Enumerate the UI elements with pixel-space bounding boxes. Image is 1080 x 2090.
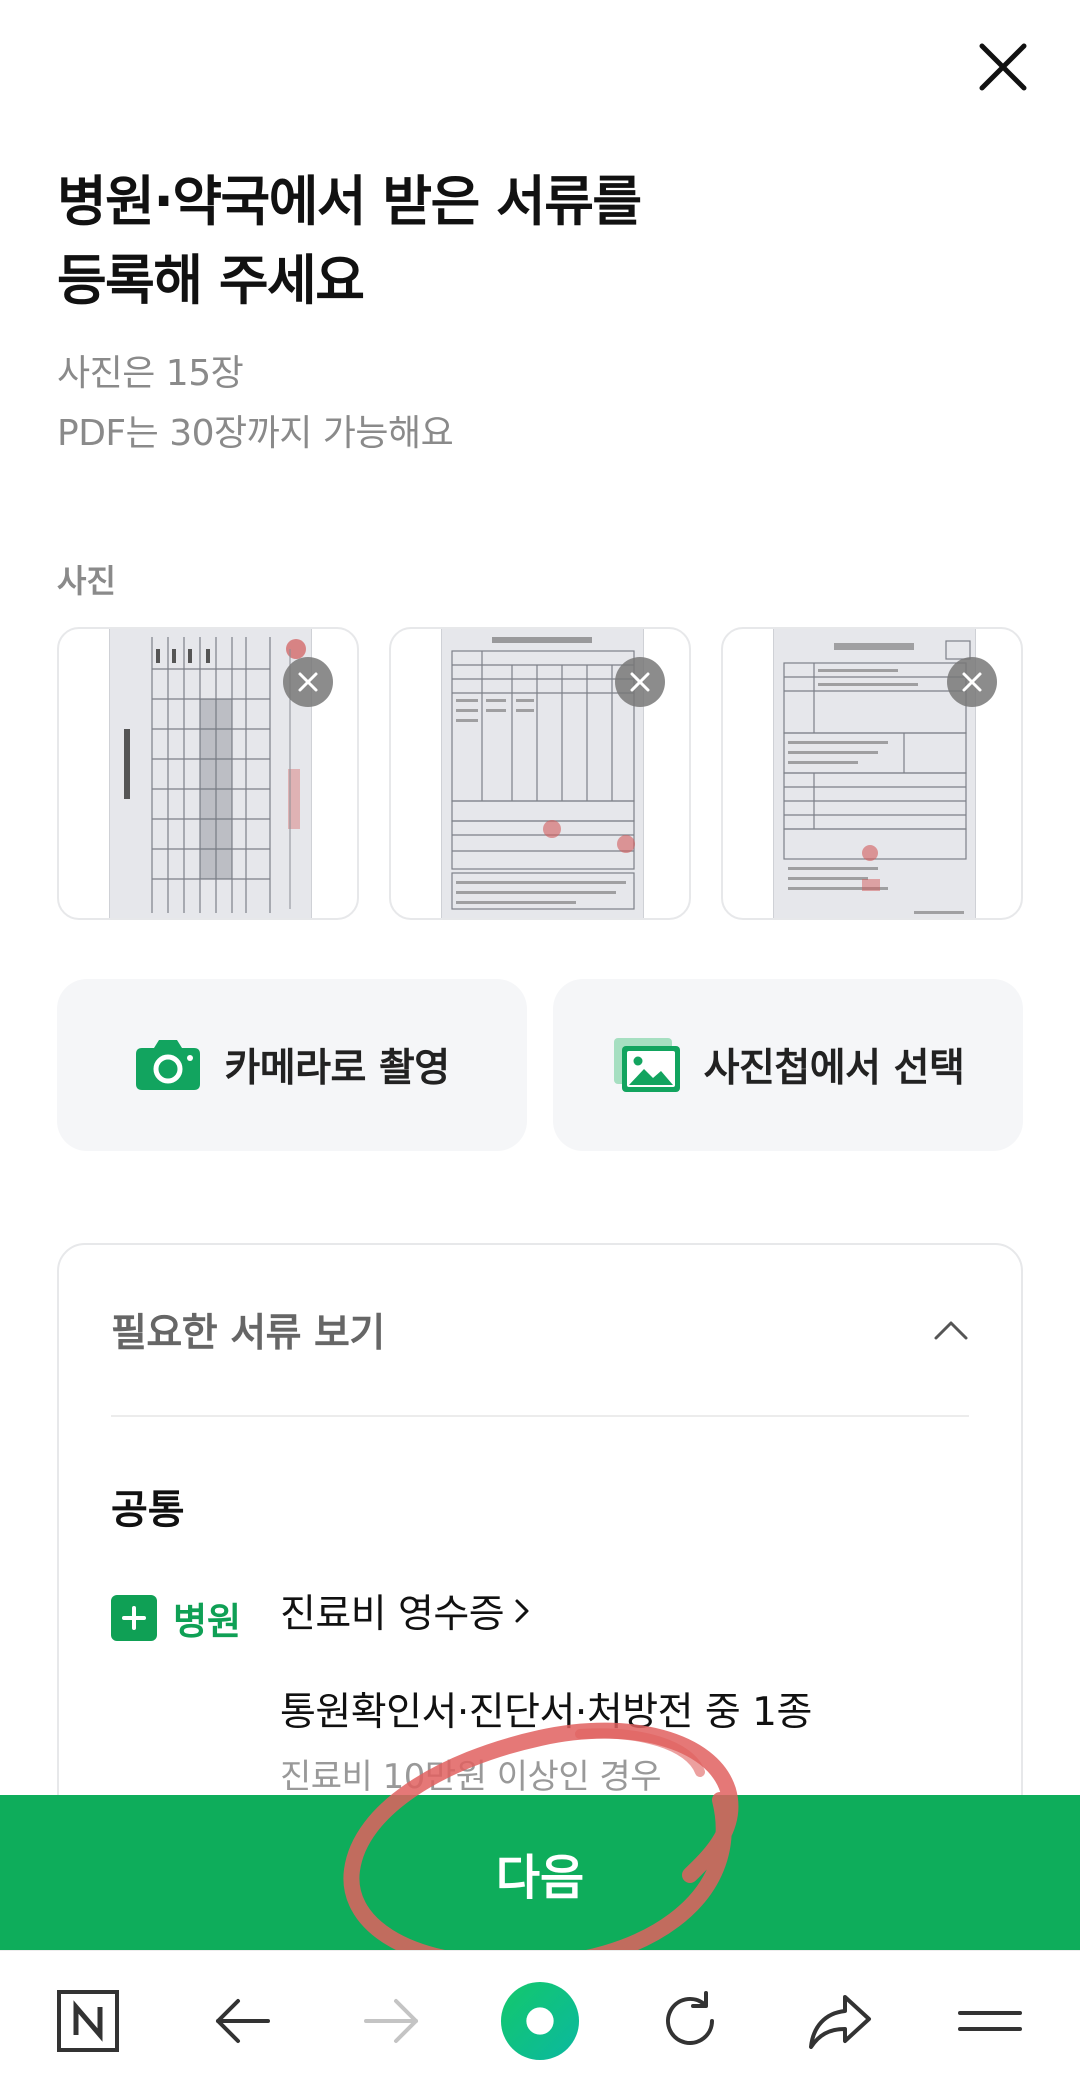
subtitle-line-2: PDF는 30장까지 가능해요 [57, 413, 454, 454]
back-button[interactable] [202, 1981, 282, 2061]
next-button[interactable]: 다음 [0, 1795, 1080, 1950]
required-documents-title: 필요한 서류 보기 [111, 1311, 385, 1356]
page-title: 병원·약국에서 받은 서류를 등록해 주세요 [57, 162, 957, 320]
page-subtitle: 사진은 15장 PDF는 30장까지 가능해요 [57, 344, 957, 464]
hospital-tag: 병원 [111, 1591, 241, 1645]
back-arrow-icon [216, 1999, 270, 2043]
page-title-line-2: 등록해 주세요 [57, 249, 365, 312]
green-dot-icon [500, 1981, 580, 2061]
close-icon [979, 43, 1027, 91]
medical-receipt-label: 진료비 영수증 [280, 1592, 505, 1637]
menu-icon [958, 2011, 1022, 2031]
medical-receipt-link[interactable]: 진료비 영수증 [280, 1583, 530, 1639]
document-image [109, 629, 312, 918]
required-documents-toggle[interactable]: 필요한 서류 보기 [111, 1245, 969, 1417]
hospital-tag-label: 병원 [173, 1600, 242, 1643]
required-doc-item: 통원확인서·진단서·처방전 중 1종 [280, 1690, 812, 1735]
home-button[interactable] [48, 1981, 128, 2061]
required-doc-note: 진료비 10만원 이상인 경우 [280, 1757, 662, 1797]
photo-thumbnail[interactable] [389, 627, 691, 920]
photo-thumbnail[interactable] [721, 627, 1023, 920]
photo-thumbnail[interactable] [57, 627, 359, 920]
gallery-button-label: 사진첩에서 선택 [703, 1046, 965, 1091]
chevron-right-icon [515, 1599, 529, 1623]
plus-icon [111, 1595, 157, 1641]
doc-group-title: 공통 [111, 1487, 185, 1533]
forward-arrow-icon [364, 1999, 418, 2043]
camera-icon [136, 1040, 201, 1090]
page: 병원·약국에서 받은 서류를 등록해 주세요 사진은 15장 PDF는 30장까… [0, 0, 1080, 2090]
document-image [773, 629, 976, 918]
close-icon [298, 672, 318, 692]
photo-list [57, 627, 1023, 920]
chevron-up-icon [934, 1321, 968, 1340]
remove-photo-button[interactable] [947, 657, 997, 707]
close-button[interactable] [968, 32, 1038, 102]
browser-toolbar [0, 1950, 1080, 2090]
photos-section-label: 사진 [57, 562, 116, 600]
share-icon [809, 1995, 871, 2049]
next-button-label: 다음 [495, 1849, 585, 1906]
forward-button[interactable] [352, 1981, 432, 2061]
close-icon [962, 672, 982, 692]
subtitle-line-1: 사진은 15장 [57, 353, 244, 394]
gallery-select-button[interactable]: 사진첩에서 선택 [553, 979, 1023, 1151]
document-image [441, 629, 644, 918]
reload-icon [666, 1991, 714, 2045]
remove-photo-button[interactable] [283, 657, 333, 707]
close-icon [630, 672, 650, 692]
share-button[interactable] [800, 1981, 880, 2061]
reload-button[interactable] [650, 1981, 730, 2061]
menu-button[interactable] [950, 1981, 1030, 2061]
remove-photo-button[interactable] [615, 657, 665, 707]
gallery-icon [613, 1038, 680, 1092]
green-dot-button[interactable] [500, 1981, 580, 2061]
camera-button-label: 카메라로 촬영 [224, 1046, 450, 1091]
naver-home-icon [57, 1990, 119, 2052]
page-title-line-1: 병원·약국에서 받은 서류를 [57, 170, 642, 233]
camera-capture-button[interactable]: 카메라로 촬영 [57, 979, 527, 1151]
